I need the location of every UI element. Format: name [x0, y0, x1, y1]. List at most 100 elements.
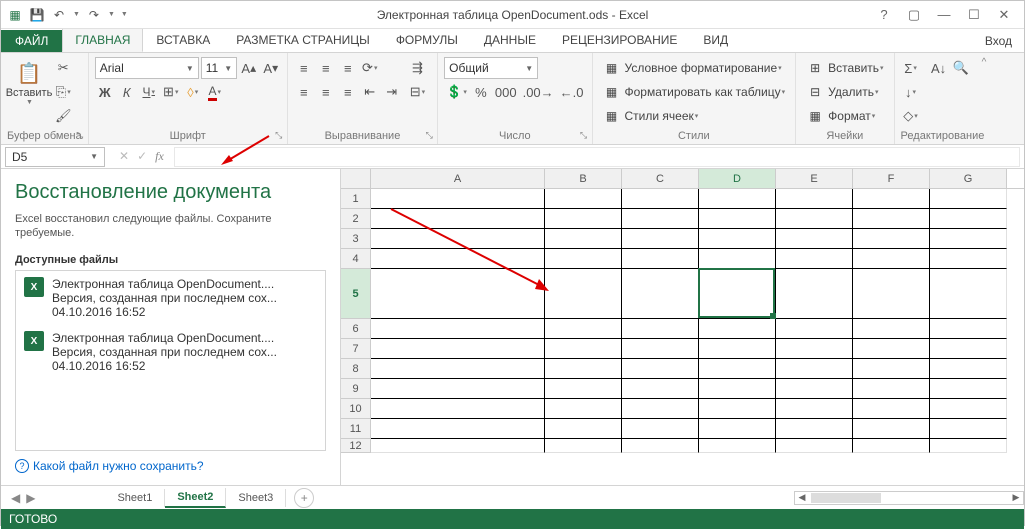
cell[interactable] — [371, 419, 545, 439]
sheet-tab[interactable]: Sheet2 — [165, 488, 226, 508]
cell[interactable] — [776, 439, 853, 453]
increase-font-icon[interactable]: A▴ — [239, 57, 259, 79]
copy-icon[interactable]: ⎘▾ — [53, 81, 74, 103]
cell[interactable] — [622, 439, 699, 453]
row-header[interactable]: 2 — [341, 209, 371, 229]
cell[interactable] — [545, 319, 622, 339]
cell[interactable] — [371, 229, 545, 249]
row-header[interactable]: 6 — [341, 319, 371, 339]
cell[interactable] — [699, 359, 776, 379]
cell[interactable] — [545, 439, 622, 453]
row-header[interactable]: 5 — [341, 269, 371, 319]
cell[interactable] — [622, 269, 699, 319]
decrease-decimal-icon[interactable]: ←.0 — [558, 81, 586, 103]
cell[interactable] — [776, 229, 853, 249]
cell[interactable] — [622, 399, 699, 419]
align-left-icon[interactable]: ≡ — [294, 81, 314, 103]
cell[interactable] — [853, 339, 930, 359]
cell[interactable] — [545, 209, 622, 229]
tab-file[interactable]: ФАЙЛ — [1, 30, 62, 52]
fill-color-icon[interactable]: ◊▾ — [183, 81, 203, 103]
percent-icon[interactable]: % — [471, 81, 491, 103]
collapse-ribbon-icon[interactable]: ^ — [982, 57, 987, 68]
row-header[interactable]: 7 — [341, 339, 371, 359]
cell[interactable] — [371, 249, 545, 269]
delete-cells-button[interactable]: ⊟Удалить▾ — [802, 81, 887, 103]
cell[interactable] — [853, 419, 930, 439]
cell[interactable] — [371, 319, 545, 339]
format-painter-icon[interactable]: 🖌 — [53, 105, 74, 127]
orientation-icon[interactable]: ⟳▾ — [360, 57, 380, 79]
help-icon[interactable]: ? — [872, 7, 896, 22]
row-header[interactable]: 3 — [341, 229, 371, 249]
cell[interactable] — [930, 399, 1007, 419]
column-header[interactable]: A — [371, 169, 545, 188]
cell[interactable] — [699, 229, 776, 249]
sign-in-link[interactable]: Вход — [973, 30, 1024, 52]
cell[interactable] — [371, 339, 545, 359]
recovery-file-item[interactable]: X Электронная таблица OpenDocument.... В… — [16, 325, 325, 379]
number-format-combo[interactable]: Общий▼ — [444, 57, 538, 79]
increase-decimal-icon[interactable]: .00→ — [521, 81, 556, 103]
cell[interactable] — [776, 359, 853, 379]
row-header[interactable]: 12 — [341, 439, 371, 453]
cell[interactable] — [776, 249, 853, 269]
cell[interactable] — [371, 439, 545, 453]
tab-insert[interactable]: ВСТАВКА — [143, 28, 223, 52]
cell[interactable] — [622, 209, 699, 229]
recovery-file-item[interactable]: X Электронная таблица OpenDocument.... В… — [16, 271, 325, 325]
cell[interactable] — [776, 419, 853, 439]
column-header[interactable]: C — [622, 169, 699, 188]
clear-icon[interactable]: ◇▾ — [901, 105, 921, 127]
spreadsheet-grid[interactable]: ABCDEFG123456789101112 — [341, 169, 1024, 485]
cell[interactable] — [853, 249, 930, 269]
cell[interactable] — [853, 439, 930, 453]
cell[interactable] — [930, 209, 1007, 229]
cell[interactable] — [853, 269, 930, 319]
cell[interactable] — [699, 379, 776, 399]
cell[interactable] — [930, 379, 1007, 399]
cell[interactable] — [699, 269, 776, 319]
column-header[interactable]: G — [930, 169, 1007, 188]
cell[interactable] — [930, 319, 1007, 339]
alignment-launcher-icon[interactable]: ⤡ — [423, 130, 435, 142]
clipboard-launcher-icon[interactable]: ⤡ — [74, 130, 86, 142]
tab-home[interactable]: ГЛАВНАЯ — [62, 28, 143, 52]
sheet-nav[interactable]: ◀▶ — [1, 491, 45, 505]
cancel-formula-icon[interactable]: ✕ — [119, 149, 129, 164]
cell[interactable] — [622, 339, 699, 359]
cell[interactable] — [545, 359, 622, 379]
insert-cells-button[interactable]: ⊞Вставить▾ — [802, 57, 887, 79]
cell-styles-button[interactable]: ▦Стили ячеек▾ — [599, 105, 790, 127]
cell[interactable] — [622, 319, 699, 339]
cell[interactable] — [371, 209, 545, 229]
cell[interactable] — [545, 379, 622, 399]
fill-icon[interactable]: ↓▾ — [901, 81, 921, 103]
recovery-help-link[interactable]: ?Какой файл нужно сохранить? — [15, 451, 326, 481]
cell[interactable] — [930, 249, 1007, 269]
new-sheet-icon[interactable]: + — [294, 488, 314, 508]
cell[interactable] — [853, 229, 930, 249]
currency-icon[interactable]: 💲▾ — [444, 81, 469, 103]
cell[interactable] — [776, 379, 853, 399]
cell[interactable] — [930, 359, 1007, 379]
cell[interactable] — [622, 249, 699, 269]
conditional-formatting-button[interactable]: ▦Условное форматирование▾ — [599, 57, 790, 79]
tab-page-layout[interactable]: РАЗМЕТКА СТРАНИЦЫ — [223, 28, 383, 52]
cell[interactable] — [853, 189, 930, 209]
cell[interactable] — [545, 229, 622, 249]
find-select-icon[interactable]: 🔍 — [951, 57, 971, 79]
cell[interactable] — [371, 189, 545, 209]
cell[interactable] — [622, 359, 699, 379]
cell[interactable] — [776, 399, 853, 419]
row-header[interactable]: 11 — [341, 419, 371, 439]
cell[interactable] — [930, 269, 1007, 319]
cell[interactable] — [622, 379, 699, 399]
bold-button[interactable]: Ж — [95, 81, 115, 103]
cell[interactable] — [930, 229, 1007, 249]
cell[interactable] — [776, 319, 853, 339]
align-right-icon[interactable]: ≡ — [338, 81, 358, 103]
cell[interactable] — [545, 189, 622, 209]
align-center-icon[interactable]: ≡ — [316, 81, 336, 103]
format-as-table-button[interactable]: ▦Форматировать как таблицу▾ — [599, 81, 790, 103]
